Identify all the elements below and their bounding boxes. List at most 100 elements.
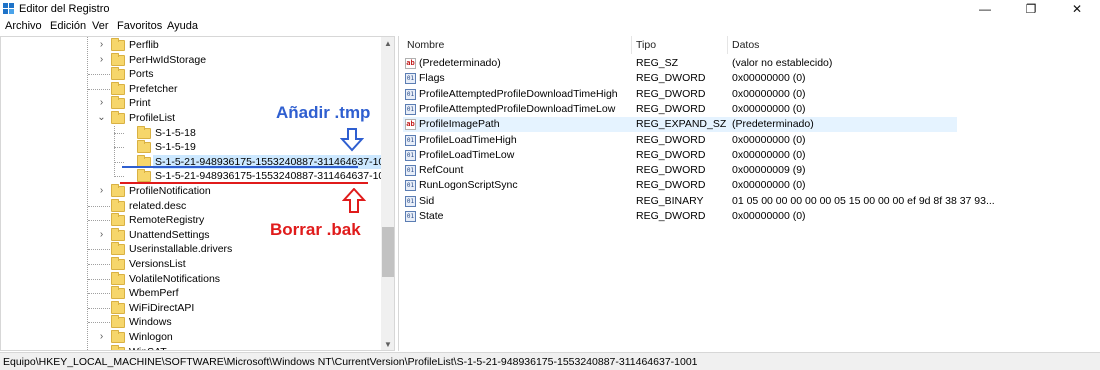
column-header-type[interactable]: Tipo [636, 39, 656, 51]
value-row[interactable]: 01 Flags REG_DWORD 0x00000000 (0) [403, 71, 957, 86]
menu-ver[interactable]: Ver [92, 20, 109, 32]
tree-item[interactable]: S-1-5-18 [1, 125, 381, 140]
value-name: Flags [419, 72, 445, 85]
tree-item[interactable]: › ProfileNotification [1, 184, 381, 198]
menu-archivo[interactable]: Archivo [5, 20, 42, 32]
chevron-right-icon[interactable]: › [97, 229, 106, 239]
registry-path: Equipo\HKEY_LOCAL_MACHINE\SOFTWARE\Micro… [3, 356, 698, 368]
value-row[interactable]: 01 RunLogonScriptSync REG_DWORD 0x00000000 … [403, 178, 957, 193]
column-separator[interactable] [727, 36, 728, 54]
tree-item-label: ProfileNotification [129, 185, 211, 197]
tree-item[interactable]: WbemPerf [1, 286, 381, 300]
tree-item-label: ProfileList [129, 112, 176, 124]
binary-value-icon: 01 [405, 180, 416, 192]
tree-item[interactable]: › Perflib [1, 38, 381, 52]
tree-item[interactable]: S-1-5-19 [1, 140, 381, 154]
folder-icon [111, 242, 125, 256]
value-row[interactable]: 01 Sid REG_BINARY 01 05 00 00 00 00 00 05 1… [403, 194, 995, 209]
folder-icon [111, 227, 125, 241]
maximize-button[interactable]: ❐ [1008, 0, 1054, 18]
string-value-icon: ab [405, 119, 416, 131]
tree-item-label: Ports [129, 68, 154, 81]
folder-icon [111, 271, 125, 285]
value-row[interactable]: 01 ProfileLoadTimeLow REG_DWORD 0x00000000 … [403, 148, 957, 163]
value-name: Sid [419, 194, 435, 207]
value-name: RunLogonScriptSync [419, 179, 518, 192]
menu-ayuda[interactable]: Ayuda [167, 20, 198, 32]
tree-item[interactable]: Prefetcher [1, 81, 381, 96]
chevron-right-icon[interactable]: › [97, 186, 106, 196]
value-row[interactable]: ab ProfileImagePath REG_EXPAND_SZ (Predeter… [403, 117, 957, 133]
value-data: 0x00000000 (0) [732, 72, 806, 85]
value-row[interactable]: 01 ProfileLoadTimeHigh REG_DWORD 0x00000000… [403, 133, 957, 148]
tree-item[interactable]: VersionsList [1, 257, 381, 271]
tree-item[interactable]: Ports [1, 67, 381, 81]
folder-icon [137, 169, 151, 183]
tree-connector [88, 220, 110, 222]
scroll-up-arrow[interactable]: ▲ [381, 38, 394, 50]
scroll-thumb[interactable] [382, 227, 394, 277]
menu-edicion[interactable]: Edición [50, 20, 86, 32]
chevron-right-icon[interactable]: › [97, 98, 106, 108]
values-list[interactable]: Nombre Tipo Datos ab (Predeterminado) REG_… [398, 36, 1100, 351]
value-type: REG_DWORD [636, 102, 706, 115]
tree-item-label: Print [129, 97, 151, 110]
binary-value-icon: 01 [405, 103, 416, 115]
value-name: RefCount [419, 164, 464, 177]
value-row[interactable]: ab (Predeterminado) REG_SZ (valor no establ… [403, 56, 957, 71]
tree-connector [88, 205, 110, 207]
menu-favoritos[interactable]: Favoritos [117, 20, 162, 32]
window-title: Editor del Registro [19, 3, 110, 15]
tree-item[interactable]: Userinstallable.drivers [1, 242, 381, 256]
binary-value-icon: 01 [405, 211, 416, 222]
value-row[interactable]: 01 State REG_DWORD 0x00000000 (0) [403, 209, 957, 224]
tree-item-label: VolatileNotifications [129, 272, 221, 285]
arrow-down-annotation-icon [340, 128, 364, 152]
folder-icon [111, 213, 125, 227]
registry-tree[interactable]: › Perflib › PerHwIdStorage Ports Prefetcher › P… [0, 36, 395, 351]
tree-item[interactable]: WiFiDirectAPI [1, 300, 381, 315]
tree-guide-line [114, 125, 115, 177]
tree-item[interactable]: › Winlogon [1, 330, 381, 344]
value-row[interactable]: 01 ProfileAttemptedProfileDownloadTimeLow… [403, 102, 957, 117]
chevron-right-icon[interactable]: › [97, 54, 106, 64]
value-row[interactable]: 01 RefCount REG_DWORD 0x00000009 (9) [403, 163, 957, 178]
folder-icon [111, 96, 125, 110]
tree-item[interactable]: WinSAT [1, 344, 381, 350]
value-data: 0x00000000 (0) [732, 148, 806, 161]
tree-connector [88, 74, 110, 76]
value-type: REG_DWORD [636, 133, 706, 146]
tree-connector [88, 293, 110, 295]
minimize-button[interactable]: — [962, 0, 1008, 18]
column-header-data[interactable]: Datos [732, 39, 759, 51]
tree-item-label: VersionsList [129, 258, 186, 270]
value-row[interactable]: 01 ProfileAttemptedProfileDownloadTimeHig… [403, 87, 957, 102]
tree-item[interactable]: Windows [1, 315, 381, 329]
value-data: 0x00000000 (0) [732, 179, 806, 192]
tree-connector [114, 147, 124, 149]
folder-icon [111, 67, 125, 81]
folder-icon [111, 257, 125, 270]
folder-icon [137, 125, 151, 139]
chevron-down-icon[interactable]: ⌄ [97, 113, 106, 123]
value-name: ProfileAttemptedProfileDownloadTimeLow [419, 102, 616, 115]
value-data: 0x00000000 (0) [732, 210, 806, 222]
binary-value-icon: 01 [405, 88, 416, 100]
tree-item[interactable]: VolatileNotifications [1, 271, 381, 286]
tree-connector [88, 88, 110, 90]
tree-scrollbar[interactable]: ▲ ▼ [381, 37, 394, 350]
column-header-name[interactable]: Nombre [407, 39, 444, 51]
tree-item-label: WinSAT [127, 345, 169, 350]
column-separator[interactable] [631, 36, 632, 54]
tree-item[interactable]: related.desc [1, 198, 381, 213]
annotation-underline-tmp [122, 166, 358, 168]
scroll-down-arrow[interactable]: ▼ [381, 339, 394, 350]
tree-item-label: Prefetcher [129, 82, 178, 95]
arrow-up-annotation-icon [342, 188, 366, 213]
chevron-right-icon[interactable]: › [97, 40, 106, 50]
close-button[interactable]: ✕ [1054, 0, 1100, 18]
tree-item[interactable]: › PerHwIdStorage [1, 52, 381, 67]
title-bar: Editor del Registro — ❐ ✕ [0, 0, 1100, 18]
binary-value-icon: 01 [405, 195, 416, 207]
chevron-right-icon[interactable]: › [97, 332, 106, 342]
